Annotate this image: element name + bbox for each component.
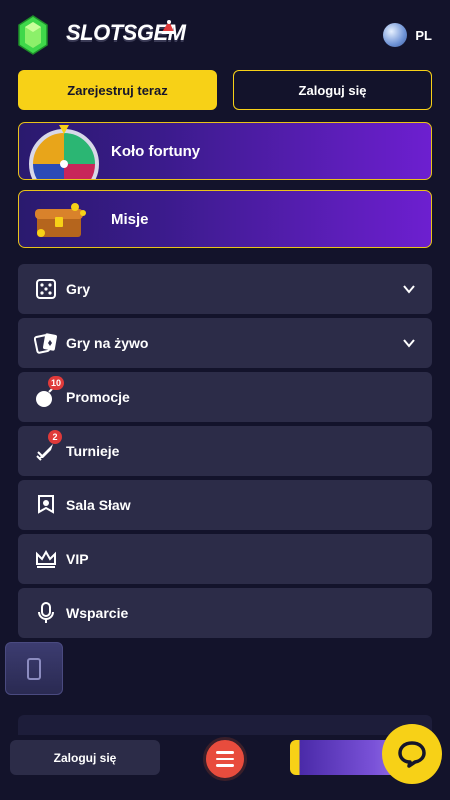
promotions-count-badge: 10 (48, 376, 65, 390)
register-button[interactable]: Zarejestruj teraz (18, 70, 217, 110)
menu-item-label: Gry (66, 281, 91, 297)
wheel-hub (60, 160, 68, 168)
dice-icon (34, 277, 58, 301)
playing-cards-icon (34, 331, 58, 355)
smartphone-icon (27, 657, 41, 680)
menu-item-label: Turnieje (66, 443, 120, 459)
menu-item-games[interactable]: Gry (18, 264, 432, 314)
bottom-login-button[interactable]: Zaloguj się (10, 740, 160, 775)
login-button[interactable]: Zaloguj się (233, 70, 432, 110)
hamburger-menu-button[interactable] (203, 737, 247, 781)
tournaments-count-badge: 2 (48, 430, 62, 444)
menu-item-support[interactable]: Wsparcie (18, 588, 432, 638)
promo-missions[interactable]: Misje (18, 190, 432, 248)
chat-bubble-icon (398, 741, 426, 768)
hamburger-line (216, 757, 234, 761)
menu-item-label: Wsparcie (66, 605, 129, 621)
crown-icon (34, 547, 58, 571)
menu-item-tournaments[interactable]: 2 Turnieje (18, 426, 432, 476)
menu-item-live-games[interactable]: Gry na żywo (18, 318, 432, 368)
hamburger-line (216, 751, 234, 754)
header: SLOTSGEM PL (0, 0, 450, 70)
menu-item-hall-of-fame[interactable]: Sala Sław (18, 480, 432, 530)
language-selector[interactable]: PL (383, 22, 432, 48)
gem-logo-icon[interactable] (18, 15, 48, 55)
language-label: PL (415, 27, 432, 43)
promo-label: Misje (111, 210, 149, 228)
live-chat-button[interactable] (382, 724, 442, 784)
promo-label: Koło fortuny (111, 142, 201, 160)
promo-wheel-of-fortune[interactable]: Koło fortuny (18, 122, 432, 180)
treasure-chest-icon (35, 203, 86, 237)
wheel-of-fortune-icon (29, 129, 99, 179)
globe-icon (383, 23, 408, 47)
microphone-icon (34, 601, 58, 625)
chevron-down-icon[interactable] (402, 282, 416, 296)
menu-item-label: Sala Sław (66, 497, 131, 513)
hamburger-line (216, 764, 234, 767)
menu-item-vip[interactable]: VIP (18, 534, 432, 584)
menu-item-label: Gry na żywo (66, 335, 149, 351)
menu-item-label: Promocje (66, 389, 130, 405)
chevron-down-icon[interactable] (402, 336, 416, 350)
menu-item-label: VIP (66, 551, 89, 567)
menu-item-promotions[interactable]: 10 Promocje (18, 372, 432, 422)
banner-icon (34, 493, 58, 517)
mobile-app-button[interactable] (5, 642, 63, 695)
wheel-pointer (59, 125, 69, 134)
santa-hat-icon (161, 20, 175, 34)
